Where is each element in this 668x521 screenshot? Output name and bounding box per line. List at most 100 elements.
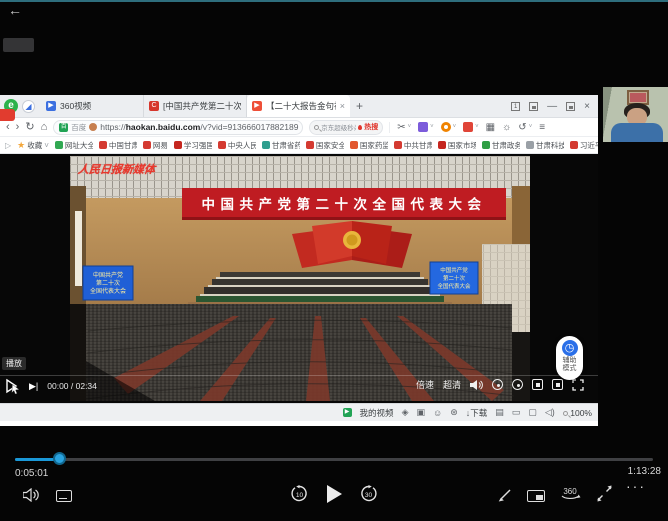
- quality-button[interactable]: 超清: [443, 378, 461, 391]
- nav-back-icon[interactable]: ‹: [6, 122, 10, 133]
- rotate-360-button[interactable]: 360: [559, 485, 581, 502]
- dropdown-icon[interactable]: ˅: [430, 124, 434, 130]
- download-icon[interactable]: ↓下载: [466, 407, 488, 419]
- maximize-button[interactable]: [566, 102, 575, 111]
- more-options-button[interactable]: ···: [626, 478, 646, 494]
- widescreen-icon[interactable]: [552, 379, 563, 390]
- reader-grid-icon[interactable]: ▦: [301, 123, 303, 132]
- bookmark-item[interactable]: 网址大全: [55, 140, 93, 151]
- bookmark-label: 网易: [153, 140, 168, 151]
- reading-mode-icon[interactable]: ▭: [512, 407, 521, 418]
- login-box-icon[interactable]: 1: [511, 102, 520, 111]
- site-safety-badge: 百: [59, 123, 68, 132]
- nav-forward-icon[interactable]: ›: [16, 122, 20, 133]
- video-frame-congress-hall[interactable]: 中国共产党第二十次全国代表大会 中国: [70, 156, 530, 401]
- adblock-icon[interactable]: ⊛: [450, 407, 458, 418]
- menu-icon[interactable]: ≡: [539, 122, 545, 133]
- top-left-chip: [3, 38, 34, 52]
- volume-icon[interactable]: [470, 379, 483, 391]
- danmaku-toggle-icon[interactable]: [492, 379, 503, 390]
- bookmarks-bar: ▷ ★ 收藏 ˅ 网址大全 中国甘肃 网易 学习强国 中央人民 甘肃省药 国家安…: [0, 137, 598, 154]
- bookmark-item[interactable]: 网易: [143, 140, 168, 151]
- bookmark-item[interactable]: 甘肃省药: [262, 140, 300, 151]
- home-icon[interactable]: ⌂: [41, 122, 48, 133]
- bookmark-favicon: [438, 141, 446, 149]
- browser-window: e ◢ ▶ 360视频 C [中国共产党第二十次全国代.. ▶ 【二十大报告金句…: [0, 95, 598, 426]
- dropdown-icon[interactable]: ˅: [453, 124, 457, 130]
- bookmark-label: 中央人民: [228, 140, 256, 151]
- bookmark-item[interactable]: 学习强国: [174, 140, 212, 151]
- dropdown-icon[interactable]: ˅: [475, 124, 479, 130]
- bookmark-item[interactable]: 习近平: [570, 140, 598, 151]
- apps-grid-icon[interactable]: ▦: [486, 122, 495, 133]
- game-center-icon[interactable]: [463, 122, 473, 132]
- window-icon[interactable]: ▢: [528, 407, 537, 418]
- my-video-button[interactable]: 我的视频: [360, 407, 394, 419]
- bookmark-item[interactable]: 甘肃科技: [526, 140, 564, 151]
- tab-favicon: ▶: [46, 101, 56, 111]
- new-tab-button[interactable]: +: [356, 99, 363, 113]
- bookmark-item[interactable]: 国家安全: [306, 140, 344, 151]
- tab-360-video[interactable]: ▶ 360视频: [41, 95, 144, 117]
- dropdown-icon[interactable]: ˅: [529, 124, 533, 130]
- tab-report-video-active[interactable]: ▶ 【二十大报告金句视频版.. ×: [247, 95, 350, 117]
- captions-button[interactable]: [56, 490, 72, 502]
- refresh-icon[interactable]: ↻: [25, 122, 34, 133]
- extension-icon[interactable]: [418, 122, 428, 132]
- bookmark-item[interactable]: 中国甘肃: [99, 140, 137, 151]
- web-fullscreen-icon[interactable]: [532, 379, 543, 390]
- forward-30-button[interactable]: 30: [359, 485, 378, 503]
- rewind-10-button[interactable]: 10: [290, 485, 309, 503]
- progress-thumb[interactable]: [53, 452, 66, 465]
- skin-icon[interactable]: ☼: [502, 122, 511, 133]
- close-window-button[interactable]: ×: [584, 101, 590, 112]
- play-button[interactable]: [4, 378, 20, 394]
- browser-tab-bar: e ◢ ▶ 360视频 C [中国共产党第二十次全国代.. ▶ 【二十大报告金句…: [0, 95, 598, 118]
- minimize-button[interactable]: —: [547, 101, 557, 112]
- banner-text: 中国共产党第二十次全国代表大会: [202, 196, 487, 212]
- inner-seek-bar[interactable]: [0, 375, 598, 376]
- bookmark-favorites[interactable]: ★ 收藏 ˅: [17, 140, 49, 151]
- zoom-level[interactable]: 100%: [563, 408, 592, 418]
- picture-in-picture-button[interactable]: [527, 490, 545, 502]
- wallet-shield-icon[interactable]: [441, 122, 451, 132]
- mute-speaker-icon[interactable]: ◁): [545, 407, 555, 418]
- recently-closed-icon[interactable]: ↺: [518, 122, 526, 133]
- back-button[interactable]: ←: [8, 3, 22, 17]
- bookmark-item[interactable]: 国家药监: [350, 140, 388, 151]
- play-pause-button[interactable]: [325, 484, 343, 504]
- split-screen-icon[interactable]: [529, 102, 538, 111]
- hot-search-tag: 热搜: [364, 122, 378, 132]
- settings-icon[interactable]: [512, 379, 523, 390]
- screenshot-scissors-icon[interactable]: ✂: [397, 122, 405, 133]
- bookmark-item[interactable]: 甘肃政务: [482, 140, 520, 151]
- task-panel-icon[interactable]: ▤: [495, 407, 504, 418]
- navigation-compass-icon[interactable]: ◢: [22, 100, 35, 113]
- window-clean-icon[interactable]: ▣: [416, 407, 425, 418]
- tab-favicon: C: [149, 101, 159, 111]
- play-tooltip: 播放: [2, 357, 26, 370]
- security-shield-icon[interactable]: ◈: [402, 407, 409, 418]
- tab-congress-article[interactable]: C [中国共产党第二十次全国代..: [144, 95, 247, 117]
- assist-mode-button[interactable]: ◷ 辅助 模式: [556, 336, 583, 380]
- bookmark-item[interactable]: 中共甘肃: [394, 140, 432, 151]
- bookmark-item[interactable]: 中央人民: [218, 140, 256, 151]
- volume-button[interactable]: [23, 488, 40, 502]
- bookmark-item[interactable]: 国家市场: [438, 140, 476, 151]
- fullscreen-icon[interactable]: [572, 379, 584, 391]
- search-box[interactable]: 京东超级秒杀价低至1 热搜: [309, 120, 383, 135]
- playback-speed-button[interactable]: 倍速: [416, 378, 434, 391]
- annotate-pen-button[interactable]: [498, 486, 514, 502]
- bookmark-favicon: [143, 141, 151, 149]
- video-page: 中国共产党第二十次全国代表大会 中国: [0, 154, 598, 403]
- sidebar-toggle-icon[interactable]: ▷: [5, 141, 11, 150]
- url-field[interactable]: 百 百度 https://haokan.baidu.com/v?vid=9136…: [53, 120, 303, 135]
- dropdown-icon[interactable]: ˅: [408, 124, 412, 130]
- side-red-badge[interactable]: [0, 109, 15, 121]
- fullscreen-button[interactable]: [596, 485, 613, 502]
- mood-icon[interactable]: ☺: [433, 408, 442, 418]
- progress-track[interactable]: [15, 458, 653, 461]
- tab-close-icon[interactable]: ×: [340, 101, 345, 111]
- next-video-button[interactable]: ▶|: [29, 381, 38, 392]
- dropdown-icon: ˅: [44, 141, 49, 150]
